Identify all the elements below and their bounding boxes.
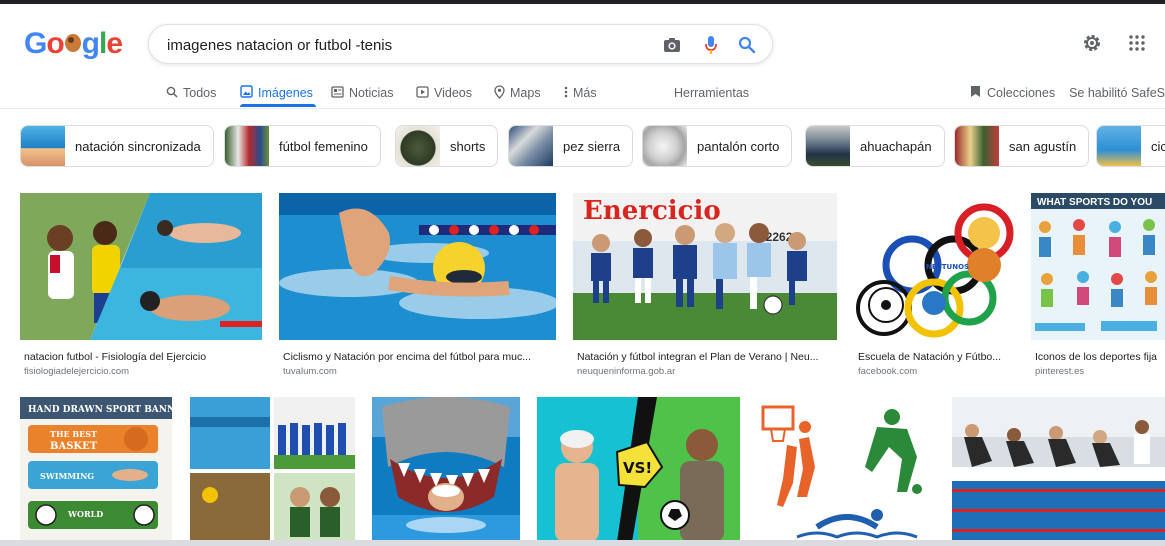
chip-ciclismo[interactable]: cic xyxy=(1096,125,1165,167)
result-card[interactable] xyxy=(372,397,520,542)
tab-noticias[interactable]: Noticias xyxy=(331,82,393,104)
result-image[interactable]: HAND DRAWN SPORT BANNERS THE BEST BASKET… xyxy=(20,397,172,542)
result-domain[interactable]: tuvalum.com xyxy=(283,366,337,377)
safesearch-link[interactable]: Se habilitó SafeSe xyxy=(1069,86,1165,100)
result-domain[interactable]: fisiologiadelejercicio.com xyxy=(24,366,129,377)
result-card[interactable]: Ciclismo y Natación por encima del fútbo… xyxy=(279,193,556,378)
more-vert-icon xyxy=(564,86,568,101)
map-pin-icon xyxy=(494,84,505,102)
search-icon[interactable] xyxy=(736,34,758,56)
microphone-icon[interactable] xyxy=(700,34,722,56)
news-icon xyxy=(331,85,344,101)
result-image[interactable] xyxy=(279,193,556,340)
chip-thumbnail xyxy=(21,126,65,166)
ring-text: NEPTUNOS xyxy=(926,263,969,271)
tab-videos[interactable]: Videos xyxy=(416,82,472,104)
tab-todos[interactable]: Todos xyxy=(166,82,216,104)
tab-mas[interactable]: Más xyxy=(564,82,597,104)
chip-thumbnail xyxy=(643,126,687,166)
banner-swimming-text: SWIMMING xyxy=(40,471,94,481)
chip-shorts[interactable]: shorts xyxy=(395,125,499,167)
banner-basket-text: BASKET xyxy=(50,441,98,452)
tab-maps[interactable]: Maps xyxy=(494,82,541,104)
search-input[interactable] xyxy=(167,35,637,55)
result-caption[interactable]: natacion futbol - Fisiología del Ejercic… xyxy=(24,351,262,363)
banner-world-text: WORLD xyxy=(67,509,103,519)
search-box xyxy=(148,24,773,64)
chip-san-agustin[interactable]: san agustín xyxy=(954,125,1090,167)
browser-top-edge xyxy=(0,0,1165,4)
result-image[interactable] xyxy=(190,397,355,542)
result-caption[interactable]: Iconos de los deportes fija xyxy=(1035,351,1165,363)
chip-thumbnail xyxy=(806,126,850,166)
result-domain[interactable]: facebook.com xyxy=(858,366,917,377)
gear-icon[interactable] xyxy=(1080,31,1104,55)
result-card[interactable] xyxy=(190,397,355,542)
chip-pantalon-corto[interactable]: pantalón corto xyxy=(642,125,793,167)
right-links: Colecciones Se habilitó SafeSe xyxy=(970,82,1165,104)
tab-imagenes[interactable]: Imágenes xyxy=(240,82,313,104)
result-domain[interactable]: pinterest.es xyxy=(1035,366,1084,377)
result-domain[interactable]: neuqueninforma.gob.ar xyxy=(577,366,675,377)
result-image[interactable] xyxy=(20,193,262,340)
chip-thumbnail xyxy=(396,126,440,166)
result-caption[interactable]: Natación y fútbol integran el Plan de Ve… xyxy=(577,351,837,363)
camera-icon[interactable] xyxy=(661,34,683,56)
mural-text: Enercicio xyxy=(583,196,721,226)
result-caption[interactable]: Escuela de Natación y Fútbo... xyxy=(858,351,1014,363)
result-card[interactable]: Enercicio 12262 Natación y fútbol integr… xyxy=(573,193,837,378)
bookmark-icon xyxy=(970,85,981,101)
chip-thumbnail xyxy=(509,126,553,166)
result-image[interactable]: Enercicio 12262 xyxy=(573,193,837,340)
result-image[interactable]: NEPTUNOS xyxy=(854,193,1014,340)
result-caption[interactable]: Ciclismo y Natación por encima del fútbo… xyxy=(283,351,555,363)
result-image[interactable]: VS! xyxy=(537,397,740,542)
result-card[interactable]: HAND DRAWN SPORT BANNERS THE BEST BASKET… xyxy=(20,397,172,542)
doodle-icon xyxy=(63,32,83,56)
result-image[interactable]: WHAT SPORTS DO YOU xyxy=(1031,193,1165,340)
result-card[interactable]: VS! xyxy=(537,397,740,542)
vs-text: VS! xyxy=(623,459,652,477)
google-doodle-logo[interactable]: Gogle xyxy=(24,27,123,61)
video-icon xyxy=(416,85,429,101)
result-image[interactable] xyxy=(952,397,1165,542)
result-image[interactable] xyxy=(757,397,935,542)
chip-thumbnail xyxy=(225,126,269,166)
bottom-edge xyxy=(0,540,1165,546)
apps-grid-icon[interactable] xyxy=(1125,31,1149,55)
related-searches-chips: natación sincronizada fútbol femenino sh… xyxy=(20,125,1165,167)
chip-thumbnail xyxy=(955,126,999,166)
result-image[interactable] xyxy=(372,397,520,542)
sports-title-text: WHAT SPORTS DO YOU xyxy=(1037,197,1152,208)
result-card[interactable]: natacion futbol - Fisiología del Ejercic… xyxy=(20,193,262,378)
result-card[interactable] xyxy=(757,397,935,542)
result-card[interactable] xyxy=(952,397,1165,542)
tools-button[interactable]: Herramientas xyxy=(674,82,749,104)
search-icon xyxy=(166,86,178,101)
chip-futbol-femenino[interactable]: fútbol femenino xyxy=(224,125,381,167)
chip-ahuachapan[interactable]: ahuachapán xyxy=(805,125,945,167)
chip-thumbnail xyxy=(1097,126,1141,166)
image-icon xyxy=(240,85,253,101)
active-tab-indicator xyxy=(240,104,316,107)
result-card[interactable]: WHAT SPORTS DO YOU Iconos de los deporte… xyxy=(1031,193,1165,378)
result-card[interactable]: NEPTUNOS Escuela de Natación y Fútbo... … xyxy=(854,193,1014,378)
collections-link[interactable]: Colecciones xyxy=(987,86,1055,100)
header-divider xyxy=(0,108,1165,109)
banner-best-text: THE BEST xyxy=(50,429,97,439)
chip-pez-sierra[interactable]: pez sierra xyxy=(508,125,634,167)
banner-title-text: HAND DRAWN SPORT BANNERS xyxy=(28,405,172,415)
chip-natacion-sincronizada[interactable]: natación sincronizada xyxy=(20,125,214,167)
